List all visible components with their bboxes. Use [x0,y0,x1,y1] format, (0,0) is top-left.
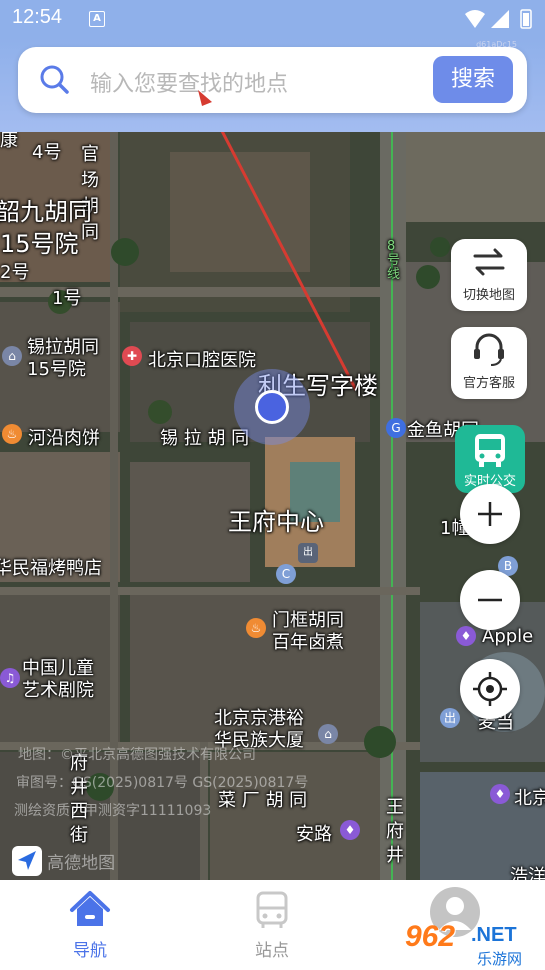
theatre-icon: ♫ [0,668,20,688]
status-bar: 12:54 A [0,0,545,38]
map-label: 门框胡同 百年卤煮 [272,610,344,653]
signal-icon [491,10,509,28]
exit-c-badge: C [276,564,296,584]
watermark-dotnet: .NET [471,924,517,946]
status-icons [465,9,532,29]
switch-map-label: 切换地图 [462,288,515,303]
map-label: 场 [81,170,99,191]
search-button[interactable]: 搜索 [433,56,513,103]
minus-icon [478,598,502,602]
map-label: 中国儿童 艺术剧院 [22,658,94,701]
map-copyright: 地图：©平北京高德图强技术有限公司 [18,747,256,763]
map-label: 康 [0,132,18,151]
map-label: 韶九胡同 [0,198,92,226]
headset-icon [474,333,504,366]
map-provider-logo: 高德地图 [12,846,115,876]
map-label: 1号 [52,288,82,309]
map-label: 王 府 井 [386,797,404,866]
exit-badge: 出 [440,708,460,728]
restaurant-icon: ♨ [2,424,22,444]
restaurant-icon: ♨ [246,618,266,638]
plus-icon [478,502,502,526]
bus-outline-icon [256,891,288,928]
build-tag: d61aDc15 [476,40,517,49]
search-icon [40,65,69,94]
map-label: 王府中心 [228,508,324,536]
site-watermark: 962 .NET 乐游网 [405,920,545,970]
tab-navigation[interactable]: 导航 [40,880,140,970]
current-location-marker [255,390,289,424]
map-label: 2号 [0,262,30,283]
shopping-icon: ♦ [490,784,510,804]
building-icon: ⌂ [2,346,22,366]
map-approval-number: 审图号：GS(2025)0817号 GS(2025)0817号 [16,775,309,791]
map-label: 北京口腔医院 [148,350,256,371]
swap-icon [473,248,505,276]
map-label: 锡 拉 胡 同 [160,428,250,449]
shopping-icon: ♦ [340,820,360,840]
annotation-arrowhead [198,90,212,106]
customer-service-label: 官方客服 [462,376,515,391]
map-survey-qualification: 测绘资质：甲测资字11111093 [14,803,212,819]
subway-line-label: 8号线 [387,239,401,282]
realtime-bus-button[interactable]: 实时公交 [455,425,525,493]
hospital-icon: ✚ [122,346,142,366]
search-bar[interactable]: 输入您要查找的地点 d61aDc15 搜索 [18,40,527,113]
tab-navigation-label: 导航 [73,941,107,961]
map-label: 4号 [32,142,62,163]
bus-icon [475,434,505,467]
tab-stations-label: 站点 [255,941,289,961]
watermark-site-name: 乐游网 [477,950,523,968]
locate-me-button[interactable] [460,659,520,719]
map-label: 官 [81,144,99,165]
customer-service-button[interactable]: 官方客服 [451,327,527,399]
zoom-out-button[interactable] [460,570,520,630]
map-label: 安路 [296,824,332,845]
watermark-number: 962 [405,920,456,953]
building-icon: ⌂ [318,724,338,744]
status-time: 12:54 [12,6,63,28]
home-icon [70,891,110,926]
search-input[interactable]: 输入您要查找的地点 [90,66,288,98]
wifi-icon [465,10,485,28]
map-label: 15号院 [0,230,79,258]
switch-map-button[interactable]: 切换地图 [451,239,527,311]
map-label: 北京 [514,788,545,809]
metro-icon: G [386,418,406,438]
zoom-in-button[interactable] [460,484,520,544]
map-label: 河沿肉饼 [28,428,100,449]
map-label: 华民福烤鸭店 [0,558,102,579]
notification-icon: A [89,11,105,27]
tab-stations[interactable]: 站点 [222,880,322,970]
map-label: 浩洋 [510,866,545,880]
navigation-arrow-icon [12,846,42,876]
map-label: 锡拉胡同 15号院 [27,337,99,380]
exit-badge: 出 [298,543,318,563]
crosshair-icon [473,672,507,706]
map-logo-text: 高德地图 [47,853,116,874]
